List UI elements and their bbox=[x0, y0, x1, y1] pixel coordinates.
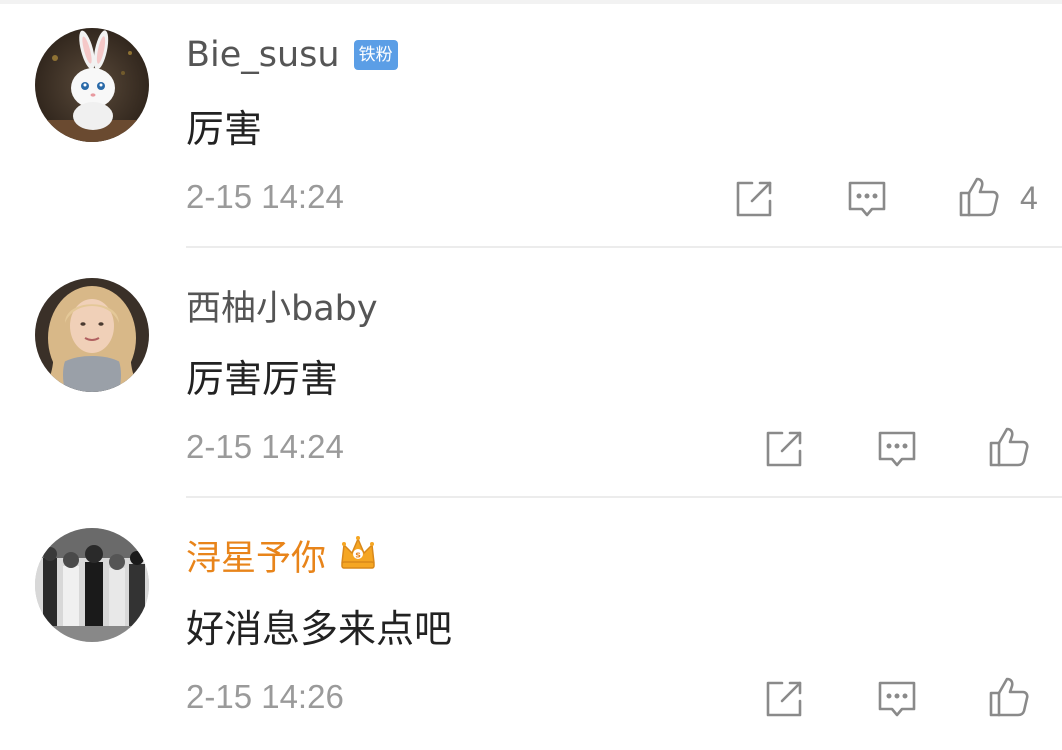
timestamp: 2-15 14:24 bbox=[186, 428, 344, 465]
comment-icon[interactable] bbox=[875, 427, 919, 471]
thumbs-up-icon[interactable] bbox=[987, 425, 1031, 469]
repost-icon[interactable] bbox=[732, 177, 776, 221]
thumbs-up-icon[interactable] bbox=[957, 175, 1001, 219]
comment-divider bbox=[186, 246, 1062, 248]
name-row: 浔星予你 s bbox=[186, 530, 378, 580]
repost-icon[interactable] bbox=[762, 427, 806, 471]
svg-text:s: s bbox=[355, 551, 360, 561]
timestamp: 2-15 14:26 bbox=[186, 678, 344, 715]
bw-crowd-avatar[interactable] bbox=[35, 528, 149, 642]
comment-item: Bie_susu 铁粉 厉害 2-15 14:24 4 bbox=[0, 0, 1062, 250]
comment-icon[interactable] bbox=[875, 677, 919, 721]
comment-item: 浔星予你 s 好消息多来点吧 2-15 14:26 bbox=[0, 500, 1062, 750]
username[interactable]: Bie_susu bbox=[186, 35, 340, 75]
timestamp: 2-15 14:24 bbox=[186, 178, 344, 215]
comment-item: 西柚小baby 厉害厉害 2-15 14:24 bbox=[0, 250, 1062, 500]
comment-text: 好消息多来点吧 bbox=[186, 607, 453, 651]
comment-text: 厉害 bbox=[186, 107, 263, 151]
name-row: 西柚小baby bbox=[186, 280, 378, 330]
comment-icon[interactable] bbox=[845, 177, 889, 221]
like-count: 4 bbox=[1020, 180, 1038, 216]
username[interactable]: 浔星予你 bbox=[186, 530, 326, 581]
repost-icon[interactable] bbox=[762, 677, 806, 721]
comment-text: 厉害厉害 bbox=[186, 357, 339, 401]
crown-icon: s bbox=[338, 533, 378, 577]
username[interactable]: 西柚小baby bbox=[186, 280, 378, 331]
blonde-girl-avatar[interactable] bbox=[35, 278, 149, 392]
comment-divider bbox=[186, 496, 1062, 498]
white-rabbit-avatar[interactable] bbox=[35, 28, 149, 142]
name-row: Bie_susu 铁粉 bbox=[186, 30, 398, 80]
thumbs-up-icon[interactable] bbox=[987, 675, 1031, 719]
fan-badge: 铁粉 bbox=[353, 40, 398, 70]
